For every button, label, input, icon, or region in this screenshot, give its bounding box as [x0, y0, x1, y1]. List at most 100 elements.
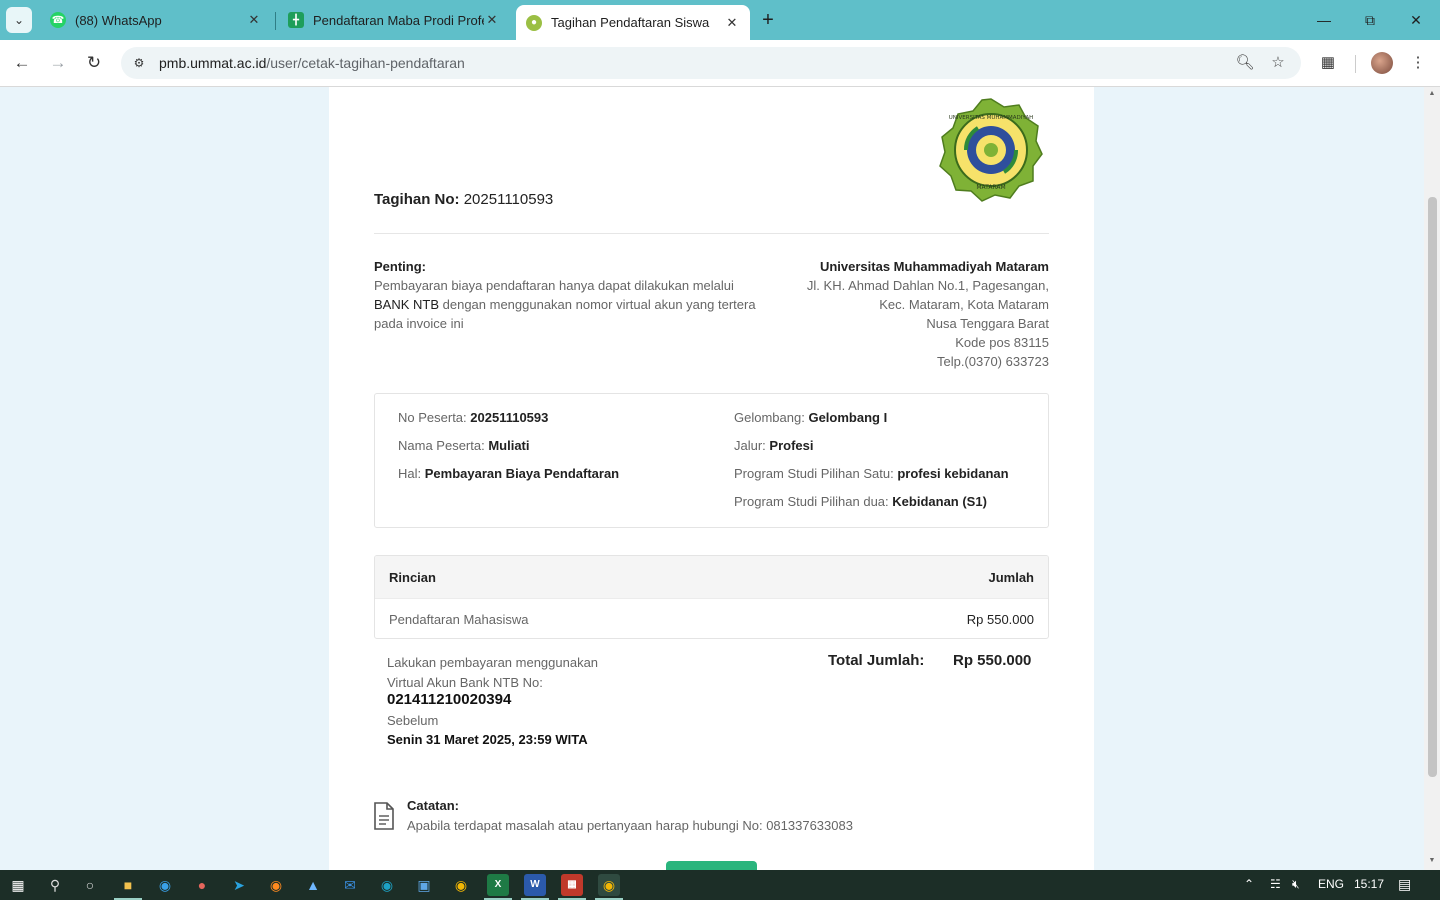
chrome-active-icon[interactable]: ◉ [598, 874, 620, 896]
excel-icon[interactable]: X [487, 874, 509, 896]
back-arrow-icon[interactable]: ← [8, 50, 36, 76]
browser-toolbar: ← → ↻ ⚙ pmb.ummat.ac.id/user/cetak-tagih… [0, 40, 1440, 87]
app-icon[interactable]: ▲ [302, 874, 324, 896]
zoom-magnifier-icon[interactable]: 🔍︎ [1233, 51, 1257, 75]
no-peserta-row: No Peserta: 20251110593 [398, 410, 548, 425]
control-panel-icon[interactable]: ▣ [413, 874, 435, 896]
payment-line: Lakukan pembayaran menggunakan [387, 655, 599, 670]
address-phone: Telp.(0370) 633723 [936, 354, 1049, 369]
whatsapp-icon: ☎ [50, 12, 66, 28]
table-header: Rincian Jumlah [375, 556, 1048, 598]
table-cell-item: Pendaftaran Mahasiswa [389, 611, 529, 627]
edge-icon[interactable]: ◉ [154, 874, 176, 896]
prodi-dua-label: Program Studi Pilihan dua: [734, 494, 889, 509]
seal-top-text: UNIVERSITAS MUHAMMADIYAH [949, 115, 1033, 121]
menu-kebab-icon[interactable]: ⋮ [1406, 51, 1430, 75]
invoice-number: Tagihan No: 20251110593 [374, 191, 553, 208]
word-icon[interactable]: W [524, 874, 546, 896]
invoice-number-label: Tagihan No: [374, 191, 460, 208]
total-value: Rp 550.000 [953, 652, 1032, 669]
scrollbar-thumb[interactable] [1428, 197, 1437, 777]
no-peserta-value: 20251110593 [470, 410, 549, 425]
windows-taskbar: ▦ ⚲ ○ ■ ◉ ● ➤ ◉ ▲ ✉ ◉ ▣ ◉ X W ▦ ◉ ⌃ ☵ 🔇︎… [0, 870, 1440, 900]
column-header-jumlah: Jumlah [988, 569, 1034, 585]
gelombang-value: Gelombang I [808, 410, 888, 425]
prodi-satu-value: profesi kebidanan [897, 466, 1009, 481]
mail-icon[interactable]: ✉ [339, 874, 361, 896]
tab-tagihan-pendaftaran[interactable]: ● Tagihan Pendaftaran Siswa ✕ [516, 5, 750, 40]
address-line: Kec. Mataram, Kota Mataram [879, 297, 1049, 312]
ummat-logo-icon: ● [526, 14, 542, 31]
payment-instruction: Lakukan pembayaran menggunakan Virtual A… [387, 653, 598, 693]
jalur-row: Jalur: Profesi [734, 438, 814, 453]
tab-pendaftaran-maba[interactable]: ╋ Pendaftaran Maba Prodi Profesi ✕ [278, 5, 510, 35]
important-text-pre: Pembayaran biaya pendaftaran hanya dapat… [374, 278, 734, 293]
cortana-circle-icon[interactable]: ○ [79, 874, 101, 896]
university-name: Universitas Muhammadiyah Mataram [819, 259, 1049, 274]
hal-label: Hal: [398, 466, 422, 481]
charges-table: Rincian Jumlah Pendaftaran Mahasiswa Rp … [374, 555, 1049, 639]
windows-start-icon[interactable]: ▦ [7, 874, 29, 896]
clock-time[interactable]: 15:17 [1354, 877, 1384, 891]
note-heading: Catatan: [407, 798, 460, 813]
language-indicator[interactable]: ENG [1318, 877, 1344, 891]
profile-avatar[interactable] [1371, 52, 1393, 74]
scroll-up-arrow-icon[interactable]: ▲ [1427, 90, 1437, 97]
url-text[interactable]: pmb.ummat.ac.id/user/cetak-tagihan-penda… [159, 55, 465, 71]
address-line: Nusa Tenggara Barat [926, 316, 1049, 331]
prodi-satu-row: Program Studi Pilihan Satu: profesi kebi… [734, 466, 1009, 481]
tab-search-chevron-icon[interactable]: ⌄ [6, 7, 32, 33]
chrome-icon[interactable]: ◉ [450, 874, 472, 896]
seal-bottom-text: MATARAM [976, 184, 1005, 191]
table-cell-amount: Rp 550.000 [966, 611, 1034, 627]
address-bar[interactable]: ⚙ pmb.ummat.ac.id/user/cetak-tagihan-pen… [121, 47, 1301, 79]
payment-deadline: Senin 31 Maret 2025, 23:59 WITA [387, 732, 588, 747]
telegram-icon[interactable]: ➤ [228, 874, 250, 896]
url-path: /user/cetak-tagihan-pendaftaran [266, 55, 465, 71]
tab-whatsapp[interactable]: ☎ (88) WhatsApp ✕ [40, 5, 272, 35]
sheets-icon: ╋ [288, 12, 304, 28]
nama-peserta-row: Nama Peserta: Muliati [398, 438, 530, 453]
network-icon[interactable]: ☵ [1270, 877, 1281, 891]
important-bank-name: BANK NTB [374, 297, 440, 312]
invoice-number-value: 20251110593 [463, 191, 554, 208]
tray-chevron-up-icon[interactable]: ⌃ [1244, 877, 1254, 891]
app-icon[interactable]: ● [191, 874, 213, 896]
important-text: Pembayaran biaya pendaftaran hanya dapat… [374, 276, 759, 333]
university-address: Universitas Muhammadiyah Mataram Jl. KH.… [729, 257, 1049, 371]
column-header-rincian: Rincian [389, 569, 436, 585]
gelombang-row: Gelombang: Gelombang I [734, 410, 887, 425]
search-icon[interactable]: ⚲ [44, 874, 66, 896]
no-peserta-label: No Peserta: [398, 410, 467, 425]
browser-tab-strip: ⌄ ☎ (88) WhatsApp ✕ ╋ Pendaftaran Maba P… [0, 0, 1440, 40]
minimize-icon[interactable]: — [1309, 8, 1339, 32]
page-scrollbar[interactable]: ▲ ▼ [1424, 87, 1440, 870]
print-button[interactable] [666, 861, 757, 870]
window-close-icon[interactable]: ✕ [1401, 8, 1431, 32]
reload-icon[interactable]: ↻ [80, 50, 108, 76]
bookmark-star-icon[interactable]: ☆ [1266, 51, 1290, 75]
divider [374, 233, 1049, 234]
virtual-account-number: 021411210020394 [387, 691, 512, 708]
new-tab-plus-icon[interactable]: + [757, 8, 779, 32]
close-tab-icon[interactable]: ✕ [246, 12, 262, 28]
speaker-muted-icon[interactable]: 🔇︎ [1292, 877, 1300, 892]
tab-title: (88) WhatsApp [75, 12, 162, 28]
address-line: Jl. KH. Ahmad Dahlan No.1, Pagesangan, [806, 278, 1049, 293]
hal-value: Pembayaran Biaya Pendaftaran [424, 466, 620, 481]
site-info-tune-icon[interactable]: ⚙ [127, 51, 151, 75]
restore-icon[interactable]: ⧉ [1355, 8, 1385, 32]
forward-arrow-icon[interactable]: → [44, 50, 72, 76]
file-explorer-icon[interactable]: ■ [117, 874, 139, 896]
extensions-puzzle-icon[interactable]: ▦ [1316, 51, 1340, 75]
total-label: Total Jumlah: [828, 652, 925, 669]
firefox-icon[interactable]: ◉ [265, 874, 287, 896]
app-icon[interactable]: ◉ [376, 874, 398, 896]
invoice-paper: UNIVERSITAS MUHAMMADIYAH MATARAM Tagihan… [329, 87, 1094, 870]
university-seal-logo: UNIVERSITAS MUHAMMADIYAH MATARAM [939, 98, 1043, 202]
scroll-down-arrow-icon[interactable]: ▼ [1427, 857, 1437, 864]
close-tab-icon[interactable]: ✕ [484, 12, 500, 28]
close-tab-icon[interactable]: ✕ [724, 15, 740, 31]
notifications-icon[interactable]: ▤ [1398, 876, 1411, 893]
app-icon[interactable]: ▦ [561, 874, 583, 896]
